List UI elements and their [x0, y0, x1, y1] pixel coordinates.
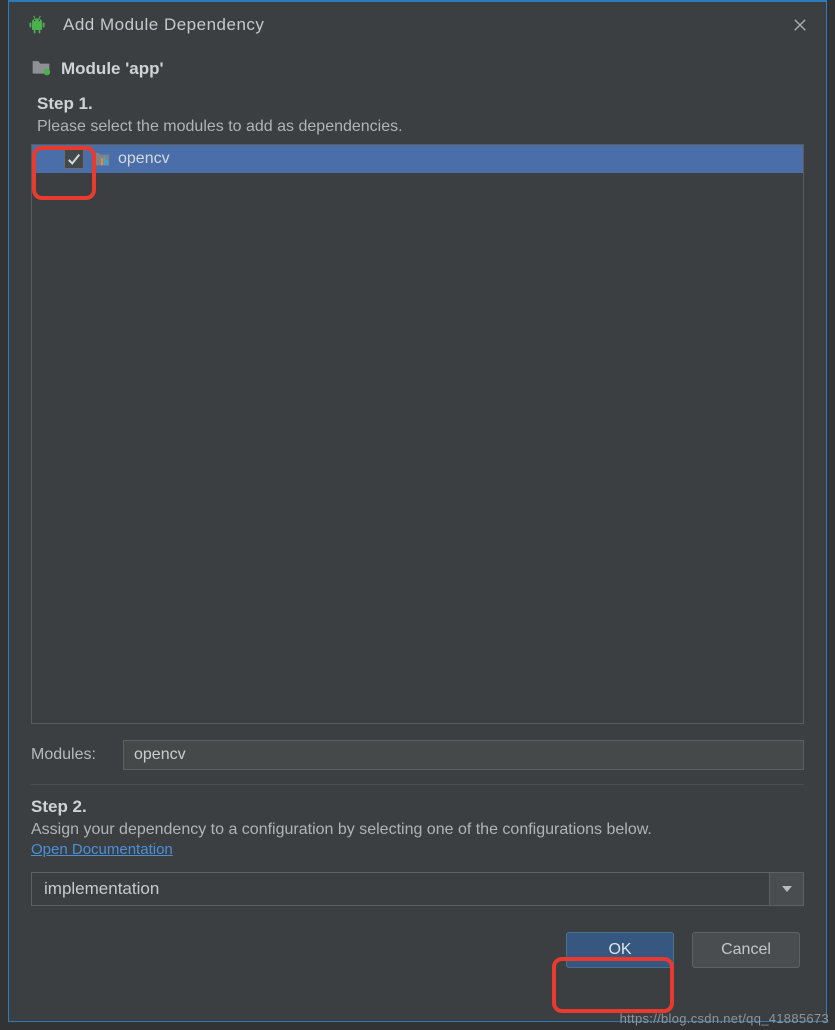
check-icon: [67, 152, 81, 166]
watermark: https://blog.csdn.net/qq_41885673: [620, 1011, 829, 1026]
step2-block: Step 2. Assign your dependency to a conf…: [31, 797, 804, 906]
module-checkbox[interactable]: [64, 149, 84, 169]
module-name-label: Module 'app': [61, 59, 164, 79]
module-type-icon: [92, 151, 110, 167]
step1-title: Step 1.: [37, 94, 804, 114]
cancel-button[interactable]: Cancel: [692, 932, 800, 968]
close-icon: [793, 18, 807, 32]
dialog-title: Add Module Dependency: [63, 15, 788, 35]
configuration-dropdown-button[interactable]: [769, 873, 803, 905]
step1-desc: Please select the modules to add as depe…: [37, 118, 804, 136]
android-icon: [27, 15, 47, 35]
module-folder-icon: [31, 58, 51, 80]
module-list[interactable]: opencv: [31, 144, 804, 724]
modules-input[interactable]: [123, 740, 804, 770]
modules-label: Modules:: [31, 746, 109, 764]
step2-title: Step 2.: [31, 797, 804, 817]
module-item-label: opencv: [118, 150, 170, 168]
module-header: Module 'app': [31, 58, 804, 80]
titlebar: Add Module Dependency: [9, 2, 826, 48]
separator: [31, 784, 804, 785]
configuration-value: implementation: [32, 873, 769, 905]
configuration-combo[interactable]: implementation: [31, 872, 804, 906]
step2-desc: Assign your dependency to a configuratio…: [31, 821, 804, 839]
chevron-down-icon: [781, 883, 793, 895]
add-module-dependency-dialog: Add Module Dependency Module 'app' Step …: [8, 0, 827, 1022]
modules-field-row: Modules:: [31, 740, 804, 770]
dialog-button-row: OK Cancel: [31, 932, 804, 968]
ok-button[interactable]: OK: [566, 932, 674, 968]
module-item-opencv[interactable]: opencv: [32, 145, 803, 173]
dialog-content: Module 'app' Step 1. Please select the m…: [9, 48, 826, 1021]
open-documentation-link[interactable]: Open Documentation: [31, 841, 173, 858]
close-button[interactable]: [788, 13, 812, 37]
